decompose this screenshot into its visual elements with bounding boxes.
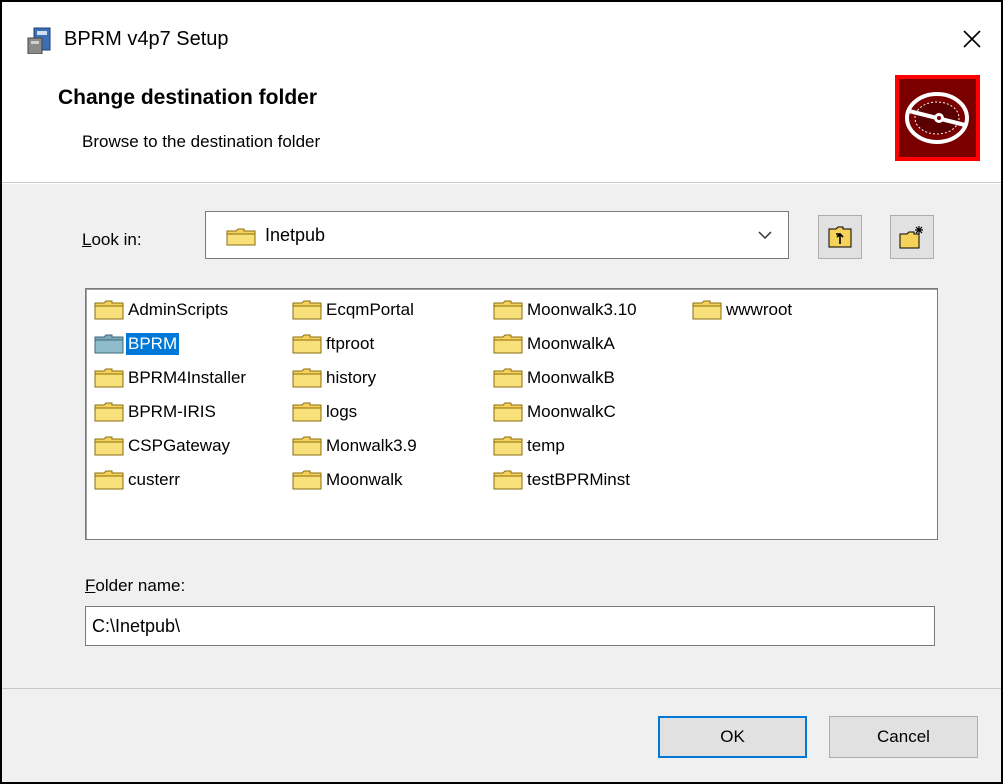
folder-icon bbox=[292, 436, 322, 456]
new-folder-button[interactable] bbox=[890, 215, 934, 259]
title-bar: BPRM v4p7 Setup bbox=[2, 2, 1001, 57]
setup-dialog: BPRM v4p7 Setup Change destination folde… bbox=[0, 0, 1003, 784]
list-item[interactable]: EcqmPortal bbox=[292, 295, 416, 325]
list-item-label: MoonwalkA bbox=[527, 334, 615, 353]
folder-icon bbox=[292, 470, 322, 490]
list-item-label: testBPRMinst bbox=[527, 470, 630, 489]
list-item-label: wwwroot bbox=[726, 300, 793, 319]
list-item[interactable]: MoonwalkA bbox=[493, 329, 617, 359]
folder-list[interactable]: AdminScripts BPRM BPRM4Installer BPRM-IRIS C… bbox=[85, 288, 938, 540]
folder-icon bbox=[94, 368, 124, 388]
list-item[interactable]: AdminScripts bbox=[94, 295, 230, 325]
look-in-value: Inetpub bbox=[265, 225, 326, 245]
list-item[interactable]: MoonwalkC bbox=[493, 397, 618, 427]
list-item[interactable]: BPRM bbox=[94, 329, 180, 359]
folder-icon bbox=[94, 470, 124, 490]
list-item-label: temp bbox=[527, 436, 565, 455]
list-item-label: Moonwalk bbox=[326, 470, 403, 489]
list-item-label: ftproot bbox=[326, 334, 375, 353]
window-title: BPRM v4p7 Setup bbox=[64, 28, 229, 50]
list-item[interactable]: Monwalk3.9 bbox=[292, 431, 419, 461]
list-item-label: MoonwalkC bbox=[527, 402, 616, 421]
list-item-label: EcqmPortal bbox=[326, 300, 414, 319]
look-in-label: Look in: bbox=[82, 230, 142, 249]
list-item[interactable]: history bbox=[292, 363, 378, 393]
disc-logo-icon bbox=[895, 75, 980, 161]
list-item-label: AdminScripts bbox=[128, 300, 229, 319]
new-folder-icon bbox=[899, 226, 923, 249]
list-item-label: history bbox=[326, 368, 377, 387]
ok-button[interactable]: OK bbox=[658, 716, 807, 758]
folder-icon bbox=[292, 402, 322, 422]
folder-icon bbox=[493, 470, 523, 490]
list-item[interactable]: Moonwalk3.10 bbox=[493, 295, 639, 325]
folder-icon bbox=[493, 300, 523, 320]
page-subtitle: Browse to the destination folder bbox=[82, 132, 321, 151]
list-item[interactable]: logs bbox=[292, 397, 359, 427]
folder-name-label: Folder name: bbox=[85, 576, 186, 595]
list-item[interactable]: BPRM-IRIS bbox=[94, 397, 218, 427]
list-item[interactable]: ftproot bbox=[292, 329, 376, 359]
folder-icon bbox=[292, 368, 322, 388]
list-item[interactable]: Moonwalk bbox=[292, 465, 405, 495]
folder-icon bbox=[94, 334, 124, 354]
up-one-level-button[interactable] bbox=[818, 215, 862, 259]
list-item[interactable]: custerr bbox=[94, 465, 182, 495]
list-item[interactable]: temp bbox=[493, 431, 567, 461]
list-item[interactable]: CSPGateway bbox=[94, 431, 232, 461]
folder-name-field[interactable] bbox=[85, 606, 935, 646]
list-item-label: BPRM bbox=[126, 333, 180, 355]
folder-icon bbox=[94, 436, 124, 456]
list-item[interactable]: wwwroot bbox=[692, 295, 794, 325]
list-item-label: BPRM4Installer bbox=[128, 368, 247, 387]
folder-icon bbox=[94, 300, 124, 320]
list-item[interactable]: MoonwalkB bbox=[493, 363, 617, 393]
folder-icon bbox=[493, 334, 523, 354]
folder-icon bbox=[292, 300, 322, 320]
page-title: Change destination folder bbox=[58, 86, 318, 109]
look-in-dropdown[interactable]: Inetpub bbox=[205, 211, 789, 259]
folder-icon bbox=[692, 300, 722, 320]
footer-divider bbox=[2, 688, 1001, 689]
folder-icon bbox=[94, 402, 124, 422]
list-item[interactable]: BPRM4Installer bbox=[94, 363, 248, 393]
header-divider bbox=[2, 182, 1001, 183]
list-item-label: Monwalk3.9 bbox=[326, 436, 417, 455]
list-item-label: Moonwalk3.10 bbox=[527, 300, 637, 319]
list-item-label: MoonwalkB bbox=[527, 368, 615, 387]
close-icon bbox=[963, 30, 981, 48]
chevron-down-icon bbox=[758, 231, 772, 240]
folder-icon bbox=[226, 228, 256, 246]
folder-up-icon bbox=[828, 226, 852, 248]
folder-icon bbox=[292, 334, 322, 354]
list-item-label: CSPGateway bbox=[128, 436, 231, 455]
list-item-label: BPRM-IRIS bbox=[128, 402, 216, 421]
cancel-button[interactable]: Cancel bbox=[829, 716, 978, 758]
wizard-header: Change destination folder Browse to the … bbox=[2, 54, 1001, 184]
folder-icon bbox=[493, 436, 523, 456]
list-item-label: logs bbox=[326, 402, 358, 421]
list-item[interactable]: testBPRMinst bbox=[493, 465, 632, 495]
folder-icon bbox=[493, 368, 523, 388]
list-item-label: custerr bbox=[128, 470, 180, 489]
folder-icon bbox=[493, 402, 523, 422]
